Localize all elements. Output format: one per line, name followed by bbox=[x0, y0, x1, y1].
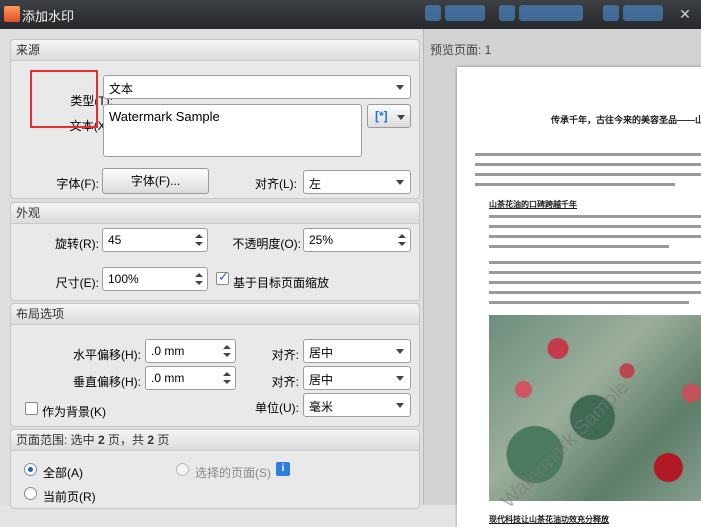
text-line bbox=[489, 215, 701, 218]
spin-arrows-icon[interactable] bbox=[219, 340, 235, 362]
halign-select[interactable]: 居中 bbox=[303, 339, 411, 363]
text-line bbox=[489, 261, 701, 264]
text-line bbox=[489, 301, 689, 304]
preview-label: 预览页面: 1 bbox=[430, 43, 492, 57]
section-header: 布局选项 bbox=[11, 304, 419, 325]
voffset-value: .0 mm bbox=[151, 371, 185, 385]
size-spinbox[interactable]: 100% bbox=[102, 267, 208, 291]
rotation-label: 旋转(R): bbox=[55, 237, 99, 251]
opacity-label: 不透明度(O): bbox=[232, 237, 301, 251]
selected-count: 2 bbox=[98, 433, 105, 447]
info-icon[interactable]: i bbox=[276, 462, 290, 476]
rotation-value: 45 bbox=[108, 233, 122, 247]
spin-arrows-icon[interactable] bbox=[394, 229, 410, 251]
text-line bbox=[475, 173, 701, 176]
hoffset-label: 水平偏移(H): bbox=[73, 348, 141, 362]
voffset-label: 垂直偏移(H): bbox=[73, 375, 141, 389]
align-label: 对齐(L): bbox=[254, 177, 297, 191]
toolbar-icon[interactable] bbox=[603, 5, 619, 21]
doc-heading: 现代科技让山茶花油功效充分释放 bbox=[489, 515, 609, 524]
title-bar: 添加水印 ✕ bbox=[0, 0, 701, 29]
highlight-box bbox=[30, 70, 98, 128]
unit-select[interactable]: 毫米 bbox=[303, 393, 411, 417]
text-line bbox=[475, 183, 675, 186]
spin-arrows-icon[interactable] bbox=[191, 229, 207, 251]
toolbar-icon[interactable] bbox=[425, 5, 441, 21]
all-pages-radio[interactable] bbox=[24, 463, 37, 476]
font-button[interactable]: 字体(F)... bbox=[102, 168, 209, 194]
selected-pages-radio[interactable] bbox=[176, 463, 189, 476]
radio-dot-icon bbox=[28, 467, 33, 472]
section-header: 外观 bbox=[11, 203, 419, 224]
checkmark-icon: ✓ bbox=[218, 269, 229, 284]
insert-macro-button[interactable]: [*] bbox=[367, 104, 411, 128]
voffset-spinbox[interactable]: .0 mm bbox=[145, 366, 236, 390]
macro-icon: [*] bbox=[375, 109, 388, 123]
opacity-value: 25% bbox=[309, 233, 334, 247]
toolbar-blur bbox=[445, 5, 485, 21]
selected-pages-label: 选择的页面(S) bbox=[195, 466, 271, 480]
page-range-prefix: 页面范围: 选中 bbox=[16, 433, 99, 447]
page-range-suffix: 页 bbox=[154, 433, 170, 447]
text-line bbox=[489, 245, 669, 248]
font-label: 字体(F): bbox=[56, 177, 99, 191]
background-checkbox[interactable] bbox=[25, 402, 38, 415]
hoffset-spinbox[interactable]: .0 mm bbox=[145, 339, 236, 363]
background-label: 作为背景(K) bbox=[42, 405, 106, 419]
spin-arrows-icon[interactable] bbox=[219, 367, 235, 389]
text-line bbox=[489, 291, 701, 294]
page-range-mid: 页，共 bbox=[104, 433, 148, 447]
size-label: 尺寸(E): bbox=[55, 276, 99, 290]
type-select[interactable]: 文本 bbox=[103, 75, 411, 99]
opacity-spinbox[interactable]: 25% bbox=[303, 228, 411, 252]
text-line bbox=[475, 163, 701, 166]
hoffset-value: .0 mm bbox=[151, 344, 185, 358]
scale-label: 基于目标页面缩放 bbox=[233, 276, 330, 290]
rotation-spinbox[interactable]: 45 bbox=[102, 228, 208, 252]
text-line bbox=[489, 271, 701, 274]
section-header: 来源 bbox=[11, 40, 419, 61]
current-page-label: 当前页(R) bbox=[43, 490, 96, 504]
watermark-text-input[interactable]: Watermark Sample bbox=[103, 104, 362, 157]
scale-checkbox[interactable]: ✓ bbox=[216, 269, 229, 285]
app-icon bbox=[4, 6, 20, 22]
unit-label: 单位(U): bbox=[255, 401, 299, 415]
valign-select[interactable]: 居中 bbox=[303, 366, 411, 390]
valign-label: 对齐: bbox=[271, 375, 299, 389]
chevron-down-icon bbox=[397, 115, 405, 120]
doc-heading: 山茶花油的口碑跨越千年 bbox=[489, 200, 577, 209]
size-value: 100% bbox=[108, 272, 139, 286]
layout-section: 布局选项 水平偏移(H): .0 mm 对齐: 居中 垂直偏移(H): .0 m… bbox=[10, 303, 420, 427]
window-title: 添加水印 bbox=[22, 9, 75, 24]
toolbar-blur bbox=[623, 5, 663, 21]
close-icon[interactable]: ✕ bbox=[676, 5, 694, 23]
all-pages-label: 全部(A) bbox=[43, 466, 83, 480]
appearance-section: 外观 旋转(R): 45 不透明度(O): 25% 尺寸(E): 100% ✓ … bbox=[10, 202, 420, 301]
text-line bbox=[475, 153, 701, 156]
current-page-radio[interactable] bbox=[24, 487, 37, 500]
toolbar-icon[interactable] bbox=[499, 5, 515, 21]
page-range-section: 页面范围: 选中 2 页，共 2 页 全部(A) 选择的页面(S) i 当前页(… bbox=[10, 429, 420, 509]
section-header: 页面范围: 选中 2 页，共 2 页 bbox=[11, 430, 419, 451]
halign-label: 对齐: bbox=[271, 348, 299, 362]
text-line bbox=[489, 235, 701, 238]
doc-title: 传承千年，古往今来的美容圣品——山茶 bbox=[551, 115, 701, 125]
text-line bbox=[489, 225, 701, 228]
text-line bbox=[489, 281, 701, 284]
toolbar-blur bbox=[519, 5, 583, 21]
preview-page: 传承千年，古往今来的美容圣品——山茶 山茶花油的口碑跨越千年 现代科技让山茶花油… bbox=[457, 67, 701, 527]
preview-panel: 预览页面: 1 传承千年，古往今来的美容圣品——山茶 山茶花油的口碑跨越千年 现… bbox=[423, 29, 701, 527]
spin-arrows-icon[interactable] bbox=[191, 268, 207, 290]
text-align-select[interactable]: 左 bbox=[303, 170, 411, 194]
settings-panel: 来源 类型(T): 文本 文本(X): Watermark Sample [*]… bbox=[0, 29, 423, 509]
